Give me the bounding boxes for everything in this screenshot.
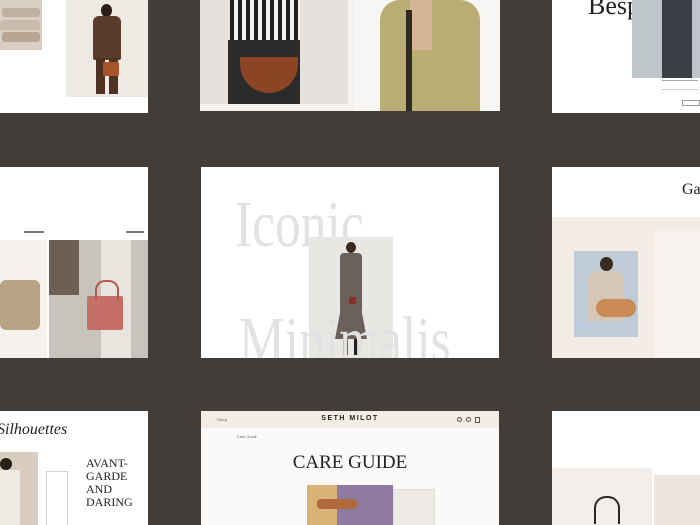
bespoke-photo xyxy=(632,0,700,78)
beige-bag-photo xyxy=(0,240,47,358)
model-striped-sweater-photo xyxy=(200,0,348,104)
model-olive-blazer-photo xyxy=(354,0,500,111)
bag-icon[interactable] xyxy=(475,417,480,423)
avant-garde-heading: Avant-Garde and Daring xyxy=(86,456,133,509)
gallery-heading: Gal xyxy=(682,181,700,198)
gallery-side-photo xyxy=(654,231,700,358)
model-clutch-photo xyxy=(574,251,638,337)
iconic-heading-line2: Minimalis xyxy=(239,304,451,358)
search-icon[interactable] xyxy=(457,417,462,422)
tile-silhouettes[interactable]: Silhouettes Avant-Garde and Daring xyxy=(0,411,148,525)
tile-gallery[interactable]: Gal xyxy=(552,167,700,358)
care-product-photo xyxy=(307,485,393,525)
bespoke-text-lines xyxy=(662,80,698,90)
tote-caption-right xyxy=(126,231,144,233)
folded-garments-photo xyxy=(0,0,42,50)
bespoke-button[interactable] xyxy=(682,100,700,106)
care-title: CARE GUIDE xyxy=(292,452,408,473)
care-side-photo xyxy=(393,489,435,525)
care-brand-logo[interactable]: SETH MILOT xyxy=(201,415,499,422)
pink-tote-street-photo xyxy=(49,240,148,358)
silhouette-frame xyxy=(46,471,68,525)
care-breadcrumb[interactable]: Care Guide xyxy=(237,435,257,439)
tile-lookbook-top-left[interactable] xyxy=(0,0,148,113)
tote-caption-left xyxy=(24,231,44,233)
model-brown-suit-photo xyxy=(66,0,148,97)
silhouette-model-photo xyxy=(0,452,38,525)
silhouettes-heading: Silhouettes xyxy=(0,421,68,438)
account-icon[interactable] xyxy=(466,417,471,422)
care-header-icons xyxy=(457,417,483,423)
tile-tote-lookbook[interactable] xyxy=(0,167,148,358)
tile-product-bags[interactable] xyxy=(200,0,500,111)
bag-side-photo xyxy=(654,475,700,525)
bag-handle-photo xyxy=(552,468,652,525)
tile-care-guide[interactable]: Shop SETH MILOT Care Guide CARE GUIDE xyxy=(201,411,499,525)
tile-iconic-minimalism[interactable]: Iconic Minimalis xyxy=(201,167,499,358)
tile-bag-detail[interactable] xyxy=(552,411,700,525)
tile-bespoke[interactable]: Bespoke xyxy=(552,0,700,113)
